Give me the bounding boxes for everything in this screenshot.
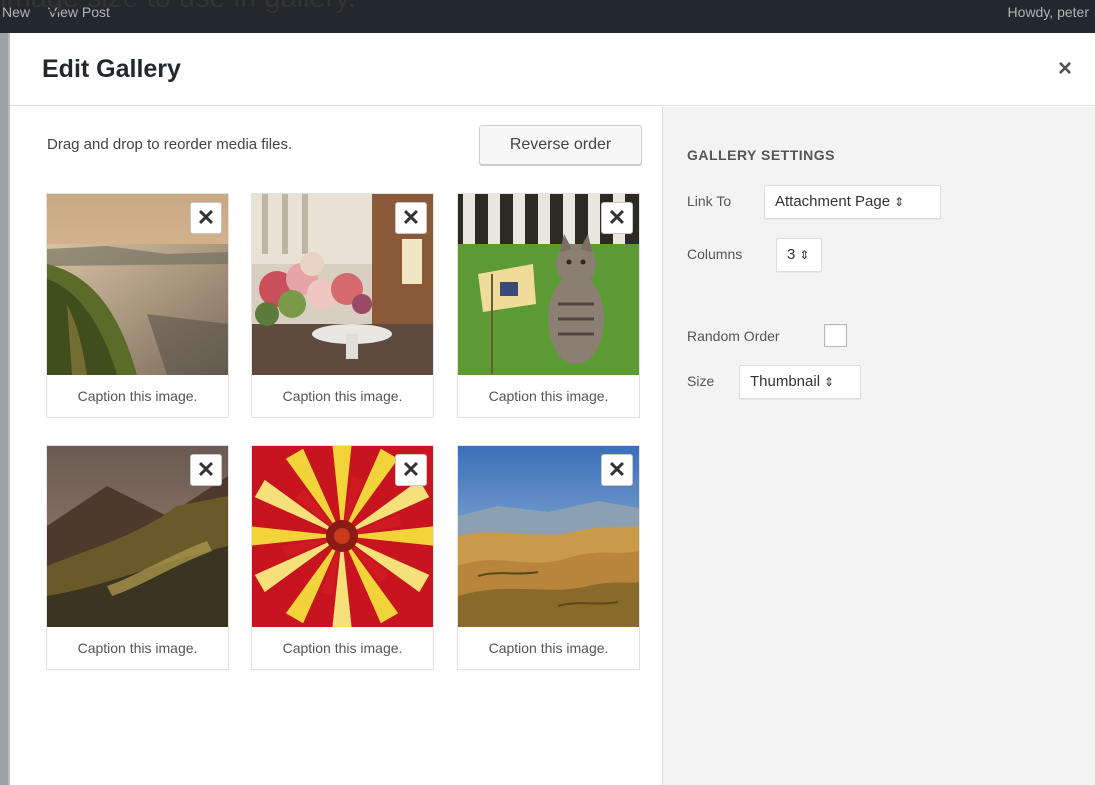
image-caption[interactable]: Caption this image.	[458, 628, 639, 669]
random-order-label: Random Order	[687, 328, 780, 344]
image-caption[interactable]: Caption this image.	[252, 628, 433, 669]
columns-value: 3	[787, 246, 796, 263]
remove-image-icon[interactable]: ✕	[190, 454, 222, 486]
reverse-order-button[interactable]: Reverse order	[479, 125, 642, 165]
gallery-settings-heading: GALLERY SETTINGS	[687, 147, 836, 163]
random-order-checkbox[interactable]	[824, 324, 847, 347]
screen: New View Post Howdy, peter image size to…	[0, 0, 1095, 785]
image-caption[interactable]: Caption this image.	[252, 376, 433, 417]
edit-gallery-modal: Edit Gallery × Drag and drop to reorder …	[8, 33, 1095, 785]
remove-image-icon[interactable]: ✕	[395, 202, 427, 234]
gallery-item-2[interactable]: ✕ Caption this image.	[251, 193, 434, 418]
link-to-value: Attachment Page	[775, 193, 891, 210]
reorder-hint: Drag and drop to reorder media files.	[47, 136, 293, 153]
columns-select[interactable]: 3 ⇕	[776, 238, 822, 272]
modal-header: Edit Gallery ×	[10, 33, 1095, 106]
remove-image-icon[interactable]: ✕	[395, 454, 427, 486]
remove-image-icon[interactable]: ✕	[601, 454, 633, 486]
gallery-content: Drag and drop to reorder media files. Re…	[10, 107, 662, 785]
select-arrow-icon: ⇕	[894, 195, 905, 209]
admin-bar-greeting[interactable]: Howdy, peter	[1008, 4, 1089, 20]
image-caption[interactable]: Caption this image.	[47, 628, 228, 669]
gallery-item-1[interactable]: ✕ Caption this image.	[46, 193, 229, 418]
gallery-settings-sidebar: GALLERY SETTINGS Link To Attachment Page…	[662, 107, 1095, 785]
size-label: Size	[687, 373, 715, 389]
gallery-item-3[interactable]: ✕ Caption this image.	[457, 193, 640, 418]
gallery-item-4[interactable]: ✕ Caption this image.	[46, 445, 229, 670]
gallery-item-5[interactable]: ✕ Caption this image.	[251, 445, 434, 670]
select-arrow-icon: ⇕	[824, 375, 835, 389]
link-to-label: Link To	[687, 193, 732, 209]
columns-label: Columns	[687, 246, 743, 262]
tutorial-caption: image size to use in gallery.	[0, 0, 356, 15]
remove-image-icon[interactable]: ✕	[190, 202, 222, 234]
gallery-item-6[interactable]: ✕ Caption this image.	[457, 445, 640, 670]
select-arrow-icon: ⇕	[799, 248, 810, 262]
link-to-select[interactable]: Attachment Page ⇕	[764, 185, 941, 219]
remove-image-icon[interactable]: ✕	[601, 202, 633, 234]
image-caption[interactable]: Caption this image.	[458, 376, 639, 417]
size-select[interactable]: Thumbnail ⇕	[739, 365, 861, 399]
modal-title: Edit Gallery	[42, 55, 181, 83]
close-icon[interactable]: ×	[1051, 55, 1079, 83]
image-caption[interactable]: Caption this image.	[47, 376, 228, 417]
size-value: Thumbnail	[750, 373, 821, 390]
